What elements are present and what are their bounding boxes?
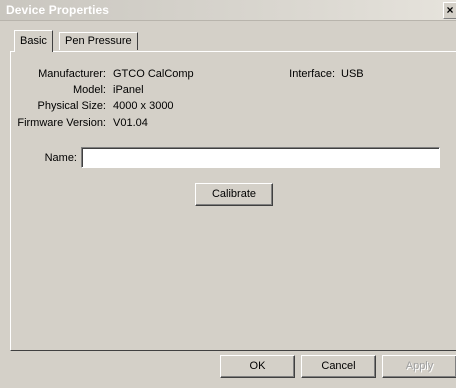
name-label: Name: bbox=[44, 152, 77, 164]
tab-pen-pressure-label: Pen Pressure bbox=[65, 35, 132, 47]
tab-pen-pressure[interactable]: Pen Pressure bbox=[59, 32, 138, 50]
interface-value: USB bbox=[341, 68, 364, 80]
ok-button[interactable]: OK bbox=[220, 355, 295, 378]
physical-size-label: Physical Size: bbox=[37, 100, 106, 112]
tab-basic-label: Basic bbox=[20, 35, 47, 47]
manufacturer-value: GTCO CalComp bbox=[113, 68, 194, 80]
interface-label: Interface: bbox=[289, 68, 335, 80]
tab-basic[interactable]: Basic bbox=[14, 30, 53, 52]
apply-label: Apply bbox=[405, 360, 434, 372]
apply-button[interactable]: Apply bbox=[382, 355, 456, 378]
manufacturer-label: Manufacturer: bbox=[38, 68, 106, 80]
name-input[interactable] bbox=[81, 147, 440, 168]
cancel-button[interactable]: Cancel bbox=[301, 355, 376, 378]
physical-size-value: 4000 x 3000 bbox=[113, 100, 174, 112]
model-label: Model: bbox=[72, 84, 106, 96]
title-bar: Device Properties × bbox=[0, 0, 456, 21]
firmware-version-value: V01.04 bbox=[113, 117, 148, 129]
firmware-version-label: Firmware Version: bbox=[17, 117, 106, 129]
window-title: Device Properties bbox=[6, 3, 110, 17]
model-value: iPanel bbox=[113, 84, 144, 96]
calibrate-button[interactable]: Calibrate bbox=[195, 183, 273, 206]
close-icon[interactable]: × bbox=[443, 2, 456, 19]
